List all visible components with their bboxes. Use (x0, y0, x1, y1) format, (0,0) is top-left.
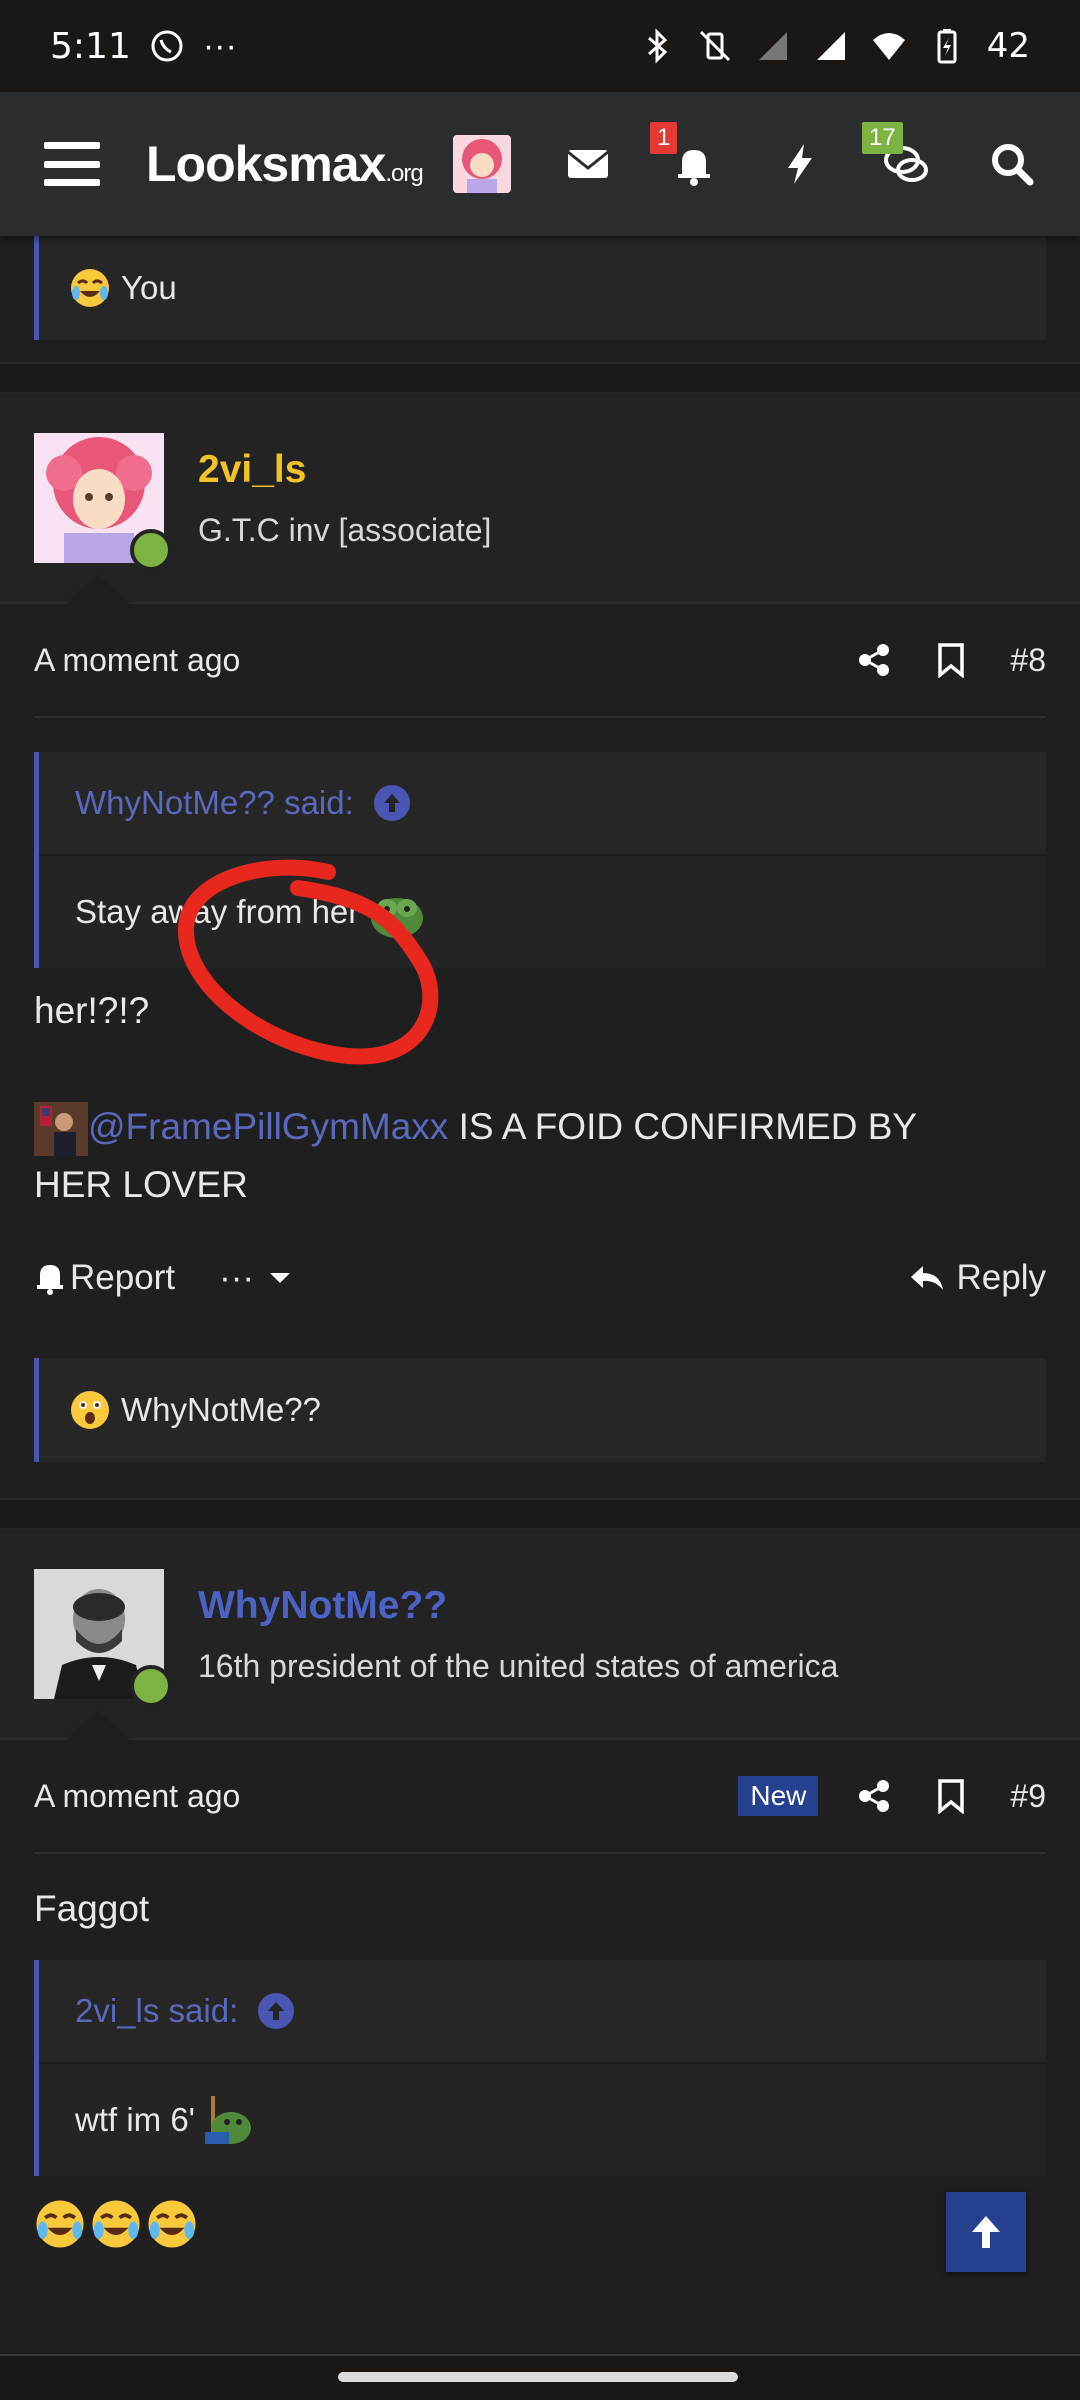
post-number[interactable]: #8 (1010, 642, 1046, 679)
arrow-up-circle-icon[interactable] (373, 785, 410, 821)
post-number[interactable]: #9 (1010, 1778, 1046, 1815)
message-text: IS A FOID CONFIRMED BY (448, 1106, 918, 1147)
status-bar: 5:11 ··· 42 (0, 0, 1080, 92)
quote-block: 2vi_ls said: wtf im 6' (34, 1960, 1046, 2177)
site-logo[interactable]: Looksmax.org (146, 135, 424, 193)
post-author-header: 2vi_ls G.T.C inv [associate] (0, 394, 1080, 604)
avatar[interactable] (34, 433, 172, 571)
conversations-badge: 17 (862, 122, 903, 154)
alerts-button[interactable]: 1 (650, 122, 718, 188)
bell-icon (678, 150, 710, 186)
more-options-button[interactable]: ··· (219, 1258, 254, 1298)
message-line: Faggot (34, 1888, 150, 1930)
astonished-emoji-icon (71, 1391, 109, 1430)
home-gesture-handle[interactable] (338, 2372, 738, 2382)
crying-laughing-emoji-icon (36, 2200, 84, 2248)
menu-icon[interactable] (44, 142, 100, 186)
quote-body: wtf im 6' (39, 2064, 1046, 2176)
reply-label: Reply (956, 1258, 1046, 1298)
reply-button[interactable]: Reply (909, 1258, 1046, 1298)
chevron-down-icon[interactable] (268, 1270, 292, 1286)
post-message: her!?!? @FramePillGymMaxx IS A FOID CONF… (0, 982, 1080, 1214)
arrow-up-circle-icon[interactable] (258, 1993, 295, 2030)
post-meta: A moment ago New #9 (34, 1740, 1046, 1855)
pepe-emoji-icon (371, 898, 424, 938)
emoji-row (0, 2198, 1080, 2250)
battery-level: 42 (986, 26, 1030, 66)
crying-laughing-emoji-icon (92, 2200, 140, 2248)
quote-author[interactable]: 2vi_ls said: (75, 1992, 238, 2030)
bell-icon[interactable] (34, 1260, 66, 1296)
post-meta: A moment ago #8 (34, 604, 1046, 718)
reply-arrow-icon (910, 1266, 943, 1291)
mention-avatar (34, 1102, 88, 1157)
account-avatar[interactable] (452, 135, 511, 193)
reactions-summary[interactable]: You (34, 236, 1046, 340)
thread-content: You 2vi_ls G.T.C inv [associate] A momen… (0, 236, 1080, 2250)
post-time[interactable]: A moment ago (34, 1778, 240, 1815)
share-icon[interactable] (856, 1778, 892, 1814)
quote-text: Stay away from her (75, 893, 360, 930)
post-username[interactable]: 2vi_ls (198, 448, 491, 492)
user-title: G.T.C inv [associate] (198, 511, 492, 548)
reaction-users: You (121, 269, 177, 306)
mute-vibrate-icon (699, 30, 730, 62)
online-indicator (130, 1665, 172, 1708)
post-actions: Report ··· Reply (34, 1222, 1046, 1334)
bookmark-icon[interactable] (936, 642, 966, 678)
quote-header[interactable]: WhyNotMe?? said: (39, 752, 1046, 856)
alerts-badge: 1 (650, 122, 678, 154)
report-link[interactable]: Report (70, 1258, 175, 1298)
message-line: her!?!? (34, 990, 150, 1031)
new-badge: New (738, 1776, 819, 1817)
status-more-icon: ··· (202, 26, 237, 65)
pepe-emoji-icon (204, 2096, 251, 2145)
post-separator (0, 1498, 1080, 1531)
system-nav-bar (0, 2354, 1080, 2400)
post-username[interactable]: WhyNotMe?? (198, 1584, 838, 1628)
post-author-header: WhyNotMe?? 16th president of the united … (0, 1530, 1080, 1741)
signal-icon (816, 32, 845, 60)
signal-empty-icon (758, 32, 787, 60)
battery-icon (937, 29, 957, 64)
online-indicator (130, 529, 172, 571)
user-title: 16th president of the united states of a… (198, 1647, 839, 1684)
quote-block: WhyNotMe?? said: Stay away from her (34, 752, 1046, 968)
reaction-users: WhyNotMe?? (121, 1391, 321, 1429)
crying-laughing-emoji-icon (148, 2200, 196, 2248)
conversations-button[interactable]: 17 (862, 122, 930, 188)
scroll-to-top-button[interactable] (946, 2192, 1026, 2272)
post-separator (0, 362, 1080, 394)
app-header: Looksmax.org 1 17 (0, 92, 1080, 236)
viber-icon (151, 30, 183, 62)
reactions-summary[interactable]: WhyNotMe?? (34, 1358, 1046, 1463)
quote-body: Stay away from her (39, 856, 1046, 968)
crying-laughing-emoji-icon (71, 269, 109, 307)
avatar[interactable] (34, 1569, 172, 1708)
share-icon[interactable] (856, 642, 892, 678)
wifi-icon (872, 33, 905, 60)
arrow-up-icon (972, 2216, 1000, 2248)
post-time[interactable]: A moment ago (34, 642, 240, 679)
post-message: Faggot (0, 1880, 1080, 1938)
message-line: HER LOVER (34, 1164, 248, 1206)
bluetooth-icon (647, 28, 667, 64)
status-time: 5:11 (50, 25, 131, 67)
quote-author[interactable]: WhyNotMe?? said: (75, 784, 354, 822)
quote-text: wtf im 6' (75, 2101, 195, 2139)
bookmark-icon[interactable] (936, 1778, 966, 1815)
quote-header[interactable]: 2vi_ls said: (39, 1960, 1046, 2065)
search-icon[interactable] (988, 140, 1036, 188)
bolt-icon[interactable] (776, 140, 824, 188)
inbox-mail-icon[interactable] (564, 140, 612, 188)
user-mention-link[interactable]: @FramePillGymMaxx (88, 1106, 448, 1147)
